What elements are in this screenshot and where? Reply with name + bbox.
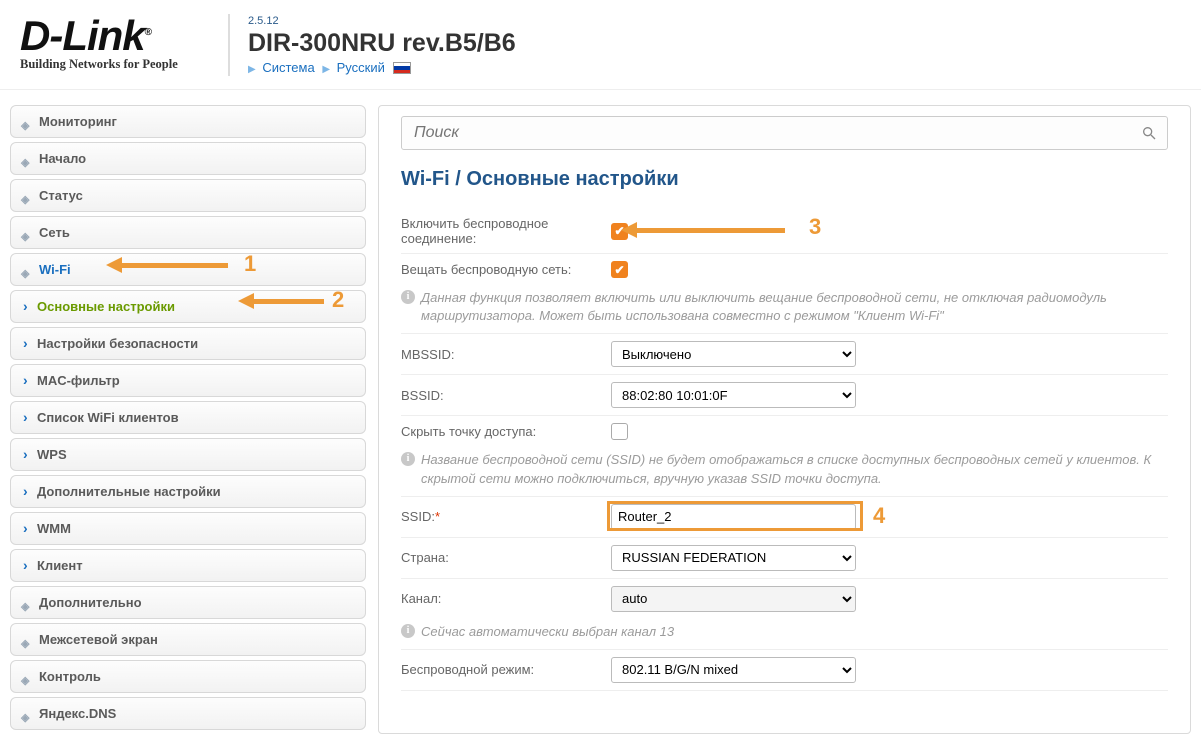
- row-wireless-mode: Беспроводной режим: 802.11 B/G/N mixed: [401, 650, 1168, 691]
- sidebar-item-label: MAC-фильтр: [37, 373, 120, 388]
- label-bssid: BSSID:: [401, 388, 611, 403]
- expand-icon: [21, 117, 31, 127]
- annotation-number-3: 3: [809, 214, 821, 240]
- sidebar-sub-wmm[interactable]: WMM: [10, 512, 366, 545]
- sidebar-item-firewall[interactable]: Межсетевой экран: [11, 624, 365, 655]
- expand-icon: [21, 154, 31, 164]
- sidebar-item-advanced[interactable]: Дополнительно: [11, 587, 365, 618]
- expand-icon: [21, 265, 31, 275]
- sidebar-item-wifi[interactable]: Wi-Fi: [11, 254, 365, 285]
- chevron-right-icon: ▶: [248, 64, 256, 75]
- sidebar-item-label: Межсетевой экран: [39, 632, 158, 647]
- help-broadcast: Данная функция позволяет включить или вы…: [401, 289, 1168, 334]
- flag-ru-icon: [393, 62, 411, 74]
- checkbox-enable-wireless[interactable]: ✔: [611, 223, 628, 240]
- annotation-number-4: 4: [873, 503, 885, 529]
- label-hide-ap: Скрыть точку доступа:: [401, 424, 611, 439]
- sidebar-item-label: Клиент: [37, 558, 83, 573]
- logo-text: D-Link®: [20, 17, 210, 55]
- sidebar-sub-security[interactable]: Настройки безопасности: [10, 327, 366, 360]
- checkbox-broadcast[interactable]: ✔: [611, 261, 628, 278]
- sidebar-item-label: Дополнительные настройки: [37, 484, 221, 499]
- page-title: Wi-Fi / Основные настройки: [401, 168, 1168, 191]
- sidebar-item-control[interactable]: Контроль: [11, 661, 365, 692]
- sidebar-sub-wps[interactable]: WPS: [10, 438, 366, 471]
- select-channel[interactable]: auto: [611, 586, 856, 612]
- expand-icon: [21, 709, 31, 719]
- sidebar-item-label: Контроль: [39, 669, 101, 684]
- select-country[interactable]: RUSSIAN FEDERATION: [611, 545, 856, 571]
- sidebar-submenu-wifi: Основные настройки Настройки безопасност…: [10, 290, 366, 582]
- sidebar-item-yandex-dns[interactable]: Яндекс.DNS: [11, 698, 365, 729]
- header: D-Link® Building Networks for People 2.5…: [0, 0, 1201, 90]
- search-icon: [1141, 125, 1157, 141]
- sidebar-item-monitoring[interactable]: Мониторинг: [11, 106, 365, 137]
- logo: D-Link® Building Networks for People: [20, 17, 210, 72]
- breadcrumb: ▶ Система ▶ Русский: [248, 60, 516, 75]
- search-box[interactable]: [401, 116, 1168, 150]
- help-hide-ap: Название беспроводной сети (SSID) не буд…: [401, 451, 1168, 496]
- search-input[interactable]: [412, 123, 1141, 143]
- main-panel: Wi-Fi / Основные настройки Включить бесп…: [378, 105, 1191, 734]
- row-channel: Канал: auto: [401, 579, 1168, 619]
- sidebar-sub-advanced[interactable]: Дополнительные настройки: [10, 475, 366, 508]
- expand-icon: [21, 635, 31, 645]
- sidebar-item-label: Начало: [39, 151, 86, 166]
- expand-icon: [21, 191, 31, 201]
- sidebar-item-label: Настройки безопасности: [37, 336, 198, 351]
- checkbox-hide-ap[interactable]: ✔: [611, 423, 628, 440]
- annotation-number-1: 1: [244, 251, 256, 277]
- label-enable-wireless: Включить беспроводное соединение:: [401, 216, 611, 246]
- sidebar-sub-client[interactable]: Клиент: [10, 549, 366, 582]
- sidebar: Мониторинг Начало Статус Сеть Wi-Fi Осно…: [10, 105, 366, 734]
- row-hide-ap: Скрыть точку доступа: ✔: [401, 416, 1168, 447]
- select-wireless-mode[interactable]: 802.11 B/G/N mixed: [611, 657, 856, 683]
- annotation-number-2: 2: [332, 287, 344, 313]
- row-broadcast: Вещать беспроводную сеть: ✔: [401, 254, 1168, 285]
- expand-icon: [21, 228, 31, 238]
- expand-icon: [21, 598, 31, 608]
- sidebar-item-label: Сеть: [39, 225, 70, 240]
- device-model: DIR-300NRU rev.B5/B6: [248, 29, 516, 58]
- expand-icon: [21, 672, 31, 682]
- sidebar-item-label: Яндекс.DNS: [39, 706, 116, 721]
- sidebar-sub-mac-filter[interactable]: MAC-фильтр: [10, 364, 366, 397]
- sidebar-item-start[interactable]: Начало: [11, 143, 365, 174]
- sidebar-sub-basic-settings[interactable]: Основные настройки: [10, 290, 366, 323]
- row-enable-wireless: Включить беспроводное соединение: ✔: [401, 209, 1168, 254]
- select-mbssid[interactable]: Выключено: [611, 341, 856, 367]
- label-broadcast: Вещать беспроводную сеть:: [401, 262, 611, 277]
- label-mbssid: MBSSID:: [401, 347, 611, 362]
- firmware-version: 2.5.12: [248, 15, 516, 27]
- row-bssid: BSSID: 88:02:80 10:01:0F: [401, 375, 1168, 416]
- sidebar-item-label: WMM: [37, 521, 71, 536]
- sidebar-sub-client-list[interactable]: Список WiFi клиентов: [10, 401, 366, 434]
- label-wireless-mode: Беспроводной режим:: [401, 662, 611, 677]
- sidebar-item-label: WPS: [37, 447, 67, 462]
- row-country: Страна: RUSSIAN FEDERATION: [401, 538, 1168, 579]
- breadcrumb-language[interactable]: Русский: [337, 60, 385, 75]
- sidebar-item-label: Мониторинг: [39, 114, 117, 129]
- sidebar-item-label: Статус: [39, 188, 83, 203]
- label-country: Страна:: [401, 550, 611, 565]
- header-divider: [228, 14, 230, 76]
- input-ssid[interactable]: [611, 504, 856, 530]
- sidebar-item-label: Дополнительно: [39, 595, 142, 610]
- logo-tagline: Building Networks for People: [20, 57, 210, 72]
- select-bssid[interactable]: 88:02:80 10:01:0F: [611, 382, 856, 408]
- label-channel: Канал:: [401, 591, 611, 606]
- breadcrumb-system[interactable]: Система: [262, 60, 314, 75]
- help-channel: Сейчас автоматически выбран канал 13: [401, 623, 1168, 650]
- row-mbssid: MBSSID: Выключено: [401, 334, 1168, 375]
- label-ssid: SSID:*: [401, 509, 611, 524]
- sidebar-item-label: Wi-Fi: [39, 262, 71, 277]
- chevron-right-icon: ▶: [322, 64, 330, 75]
- sidebar-item-label: Основные настройки: [37, 299, 175, 314]
- header-info: 2.5.12 DIR-300NRU rev.B5/B6 ▶ Система ▶ …: [248, 15, 516, 75]
- sidebar-item-status[interactable]: Статус: [11, 180, 365, 211]
- sidebar-item-network[interactable]: Сеть: [11, 217, 365, 248]
- row-ssid: SSID:* 4: [401, 497, 1168, 538]
- sidebar-item-label: Список WiFi клиентов: [37, 410, 179, 425]
